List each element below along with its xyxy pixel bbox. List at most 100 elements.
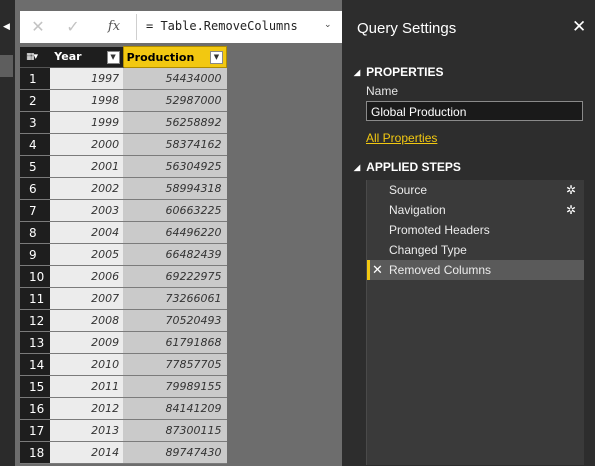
year-cell[interactable]: 2013 <box>50 419 124 442</box>
collapse-triangle-icon[interactable]: ◢ <box>354 68 360 77</box>
row-index-cell[interactable]: 6 <box>20 177 51 200</box>
table-row[interactable]: 6 2002 58994318 <box>20 177 227 200</box>
row-index-cell[interactable]: 10 <box>20 265 51 288</box>
applied-step[interactable]: Changed Type <box>367 240 584 260</box>
table-row[interactable]: 4 2000 58374162 <box>20 133 227 156</box>
year-cell[interactable]: 1997 <box>50 67 124 90</box>
row-index-cell[interactable]: 14 <box>20 353 51 376</box>
all-properties-link[interactable]: All Properties <box>366 131 437 145</box>
commit-icon[interactable]: ✓ <box>64 17 82 37</box>
year-cell[interactable]: 2005 <box>50 243 124 266</box>
row-index-cell[interactable]: 9 <box>20 243 51 266</box>
table-row[interactable]: 3 1999 56258892 <box>20 111 227 134</box>
row-index-cell[interactable]: 17 <box>20 419 51 442</box>
production-cell[interactable]: 58374162 <box>123 133 227 156</box>
row-index-cell[interactable]: 18 <box>20 441 51 464</box>
applied-step[interactable]: Promoted Headers <box>367 220 584 240</box>
year-cell[interactable]: 2007 <box>50 287 124 310</box>
production-cell[interactable]: 56304925 <box>123 155 227 178</box>
production-cell[interactable]: 64496220 <box>123 221 227 244</box>
table-row[interactable]: 7 2003 60663225 <box>20 199 227 222</box>
row-index-cell[interactable]: 2 <box>20 89 51 112</box>
table-row[interactable]: 5 2001 56304925 <box>20 155 227 178</box>
cancel-icon[interactable]: ✕ <box>30 17 46 37</box>
year-cell[interactable]: 2008 <box>50 309 124 332</box>
column-header-production[interactable]: Production ▼ <box>122 46 228 68</box>
table-row[interactable]: 15 2011 79989155 <box>20 375 227 398</box>
gear-icon[interactable]: ✲ <box>566 200 576 220</box>
applied-step[interactable]: ✕ Removed Columns <box>367 260 584 280</box>
properties-section-header[interactable]: ◢ PROPERTIES <box>354 65 444 79</box>
year-cell[interactable]: 1999 <box>50 111 124 134</box>
table-row[interactable]: 13 2009 61791868 <box>20 331 227 354</box>
formula-input[interactable]: = Table.RemoveColumns <box>146 19 298 33</box>
collapse-triangle-icon[interactable]: ◢ <box>354 163 360 172</box>
production-cell[interactable]: 52987000 <box>123 89 227 112</box>
production-cell[interactable]: 66482439 <box>123 243 227 266</box>
year-cell[interactable]: 2001 <box>50 155 124 178</box>
row-index-cell[interactable]: 5 <box>20 155 51 178</box>
applied-step[interactable]: Navigation ✲ <box>367 200 584 220</box>
year-cell[interactable]: 2012 <box>50 397 124 420</box>
table-row[interactable]: 18 2014 89747430 <box>20 441 227 464</box>
filter-dropdown-icon[interactable]: ▼ <box>106 50 120 64</box>
production-cell[interactable]: 56258892 <box>123 111 227 134</box>
production-cell[interactable]: 89747430 <box>123 441 227 464</box>
table-menu-header[interactable]: ▦▾ <box>20 46 51 68</box>
table-row[interactable]: 1 1997 54434000 <box>20 67 227 90</box>
year-cell[interactable]: 2009 <box>50 331 124 354</box>
table-row[interactable]: 2 1998 52987000 <box>20 89 227 112</box>
table-row[interactable]: 9 2005 66482439 <box>20 243 227 266</box>
year-cell[interactable]: 2014 <box>50 441 124 464</box>
table-row[interactable]: 12 2008 70520493 <box>20 309 227 332</box>
year-cell[interactable]: 2011 <box>50 375 124 398</box>
expand-formula-icon[interactable]: ⌄ <box>324 20 332 30</box>
table-icon[interactable]: ▦▾ <box>26 52 38 62</box>
production-cell[interactable]: 70520493 <box>123 309 227 332</box>
production-cell[interactable]: 87300115 <box>123 419 227 442</box>
gear-icon[interactable]: ✲ <box>566 180 576 200</box>
year-cell[interactable]: 1998 <box>50 89 124 112</box>
year-cell[interactable]: 2004 <box>50 221 124 244</box>
row-index-cell[interactable]: 4 <box>20 133 51 156</box>
delete-step-icon[interactable]: ✕ <box>372 260 383 280</box>
table-row[interactable]: 17 2013 87300115 <box>20 419 227 442</box>
row-index-cell[interactable]: 13 <box>20 331 51 354</box>
year-cell[interactable]: 2006 <box>50 265 124 288</box>
filter-dropdown-icon[interactable]: ▼ <box>210 51 223 64</box>
production-cell[interactable]: 60663225 <box>123 199 227 222</box>
table-row[interactable]: 16 2012 84141209 <box>20 397 227 420</box>
production-cell[interactable]: 77857705 <box>123 353 227 376</box>
row-index-cell[interactable]: 15 <box>20 375 51 398</box>
queries-pane-tab[interactable] <box>0 55 13 77</box>
year-cell[interactable]: 2003 <box>50 199 124 222</box>
close-icon[interactable]: ✕ <box>572 17 586 37</box>
row-index-cell[interactable]: 8 <box>20 221 51 244</box>
row-index-cell[interactable]: 12 <box>20 309 51 332</box>
table-row[interactable]: 11 2007 73266061 <box>20 287 227 310</box>
query-name-input[interactable]: Global Production <box>366 101 583 121</box>
year-cell[interactable]: 2002 <box>50 177 124 200</box>
row-index-cell[interactable]: 1 <box>20 67 51 90</box>
row-index-cell[interactable]: 11 <box>20 287 51 310</box>
collapse-queries-icon[interactable]: ◀ <box>3 22 10 32</box>
table-row[interactable]: 10 2006 69222975 <box>20 265 227 288</box>
table-row[interactable]: 8 2004 64496220 <box>20 221 227 244</box>
year-cell[interactable]: 2000 <box>50 133 124 156</box>
table-row[interactable]: 14 2010 77857705 <box>20 353 227 376</box>
fx-icon[interactable]: fx <box>104 17 124 37</box>
production-cell[interactable]: 54434000 <box>123 67 227 90</box>
column-header-year[interactable]: Year ▼ <box>50 46 124 68</box>
applied-step[interactable]: Source ✲ <box>367 180 584 200</box>
production-cell[interactable]: 61791868 <box>123 331 227 354</box>
row-index-cell[interactable]: 7 <box>20 199 51 222</box>
production-cell[interactable]: 84141209 <box>123 397 227 420</box>
applied-steps-section-header[interactable]: ◢ APPLIED STEPS <box>354 160 461 174</box>
production-cell[interactable]: 79989155 <box>123 375 227 398</box>
production-cell[interactable]: 69222975 <box>123 265 227 288</box>
production-cell[interactable]: 73266061 <box>123 287 227 310</box>
row-index-cell[interactable]: 16 <box>20 397 51 420</box>
row-index-cell[interactable]: 3 <box>20 111 51 134</box>
year-cell[interactable]: 2010 <box>50 353 124 376</box>
production-cell[interactable]: 58994318 <box>123 177 227 200</box>
